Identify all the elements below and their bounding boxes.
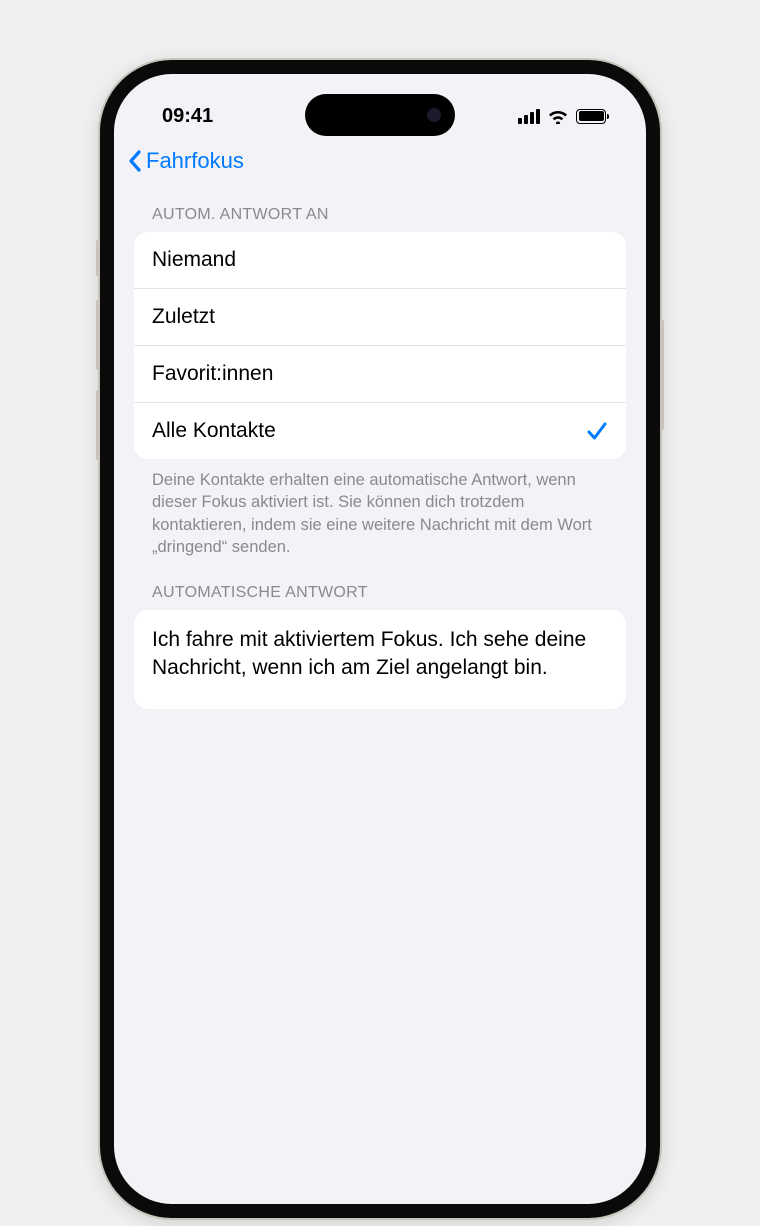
side-button xyxy=(96,240,100,276)
section-footer-reply-to: Deine Kontakte erhalten eine automatisch… xyxy=(134,459,626,562)
nav-bar: Fahrfokus xyxy=(114,134,646,184)
dynamic-island xyxy=(305,94,455,136)
option-nobody[interactable]: Niemand xyxy=(134,232,626,289)
option-all-contacts[interactable]: Alle Kontakte xyxy=(134,403,626,459)
phone-frame: 09:41 Fahrfokus AUT xyxy=(100,60,660,1218)
reply-to-list: Niemand Zuletzt Favorit:innen Alle Konta… xyxy=(134,232,626,459)
wifi-icon xyxy=(548,108,568,124)
auto-reply-message[interactable]: Ich fahre mit aktiviertem Fokus. Ich seh… xyxy=(134,610,626,709)
option-recents[interactable]: Zuletzt xyxy=(134,289,626,346)
checkmark-icon xyxy=(586,420,608,442)
screen: 09:41 Fahrfokus AUT xyxy=(114,74,646,1204)
option-label: Niemand xyxy=(152,248,236,272)
battery-icon xyxy=(576,109,606,124)
status-time: 09:41 xyxy=(162,105,213,128)
option-label: Zuletzt xyxy=(152,305,215,329)
chevron-left-icon xyxy=(128,150,142,172)
auto-reply-text: Ich fahre mit aktiviertem Fokus. Ich seh… xyxy=(152,628,586,679)
power-button xyxy=(660,320,664,430)
back-button[interactable]: Fahrfokus xyxy=(128,148,244,174)
section-header-reply-to: AUTOM. ANTWORT AN xyxy=(134,184,626,232)
status-indicators xyxy=(518,108,606,124)
option-label: Alle Kontakte xyxy=(152,419,276,443)
option-label: Favorit:innen xyxy=(152,362,273,386)
cellular-icon xyxy=(518,109,540,124)
option-favorites[interactable]: Favorit:innen xyxy=(134,346,626,403)
back-label: Fahrfokus xyxy=(146,148,244,174)
volume-down-button xyxy=(96,390,100,460)
content: AUTOM. ANTWORT AN Niemand Zuletzt Favori… xyxy=(114,184,646,709)
volume-up-button xyxy=(96,300,100,370)
section-header-auto-reply: AUTOMATISCHE ANTWORT xyxy=(134,562,626,610)
